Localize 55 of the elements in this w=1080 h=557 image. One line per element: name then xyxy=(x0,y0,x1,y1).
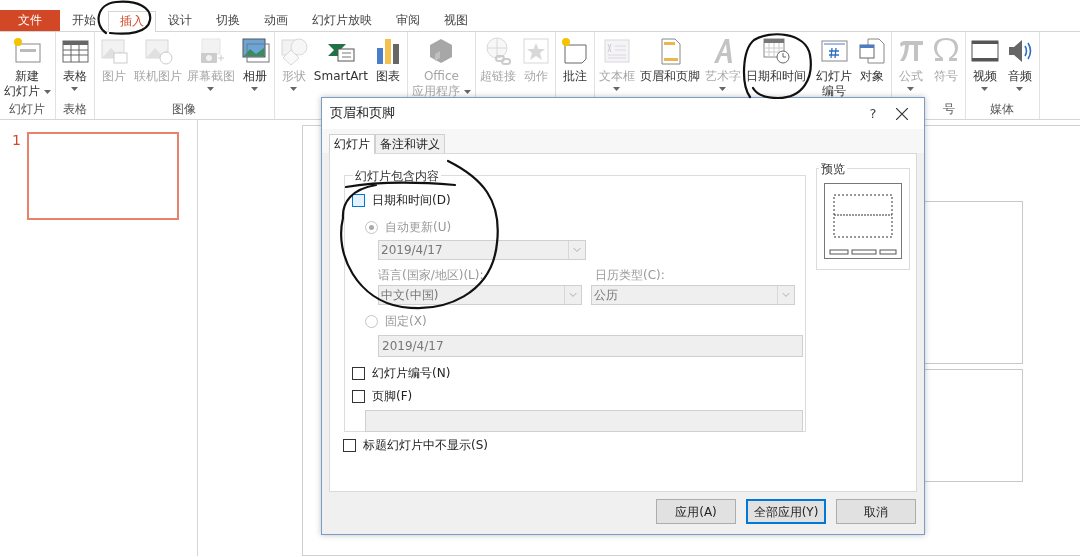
checkbox[interactable]: 页脚(F) xyxy=(352,388,413,404)
ribbon-button[interactable]: 对象 xyxy=(854,34,889,86)
ribbon-tab[interactable]: 设计 xyxy=(156,10,204,31)
dialog-title: 页眉和页脚 xyxy=(330,104,396,123)
document-icon xyxy=(856,36,887,66)
text-box-icon xyxy=(601,36,632,66)
group-label: 媒体 xyxy=(990,102,1015,116)
close-icon xyxy=(896,107,908,120)
dialog-button[interactable]: 取消 xyxy=(836,499,916,524)
ink-scribble xyxy=(97,0,152,35)
dialog-button[interactable]: 应用(A) xyxy=(656,499,736,524)
note-icon xyxy=(559,36,590,66)
ink-scribble xyxy=(742,33,812,100)
field-label: 语言(国家/地区)(L): xyxy=(378,267,485,284)
ribbon-button[interactable]: 相册 xyxy=(237,34,272,93)
ribbon-button[interactable]: 页眉和页脚 xyxy=(637,34,702,86)
picture-icon xyxy=(98,36,129,66)
ribbon-tab[interactable]: 插入 xyxy=(108,11,156,32)
ribbon-button[interactable]: 批注 xyxy=(557,34,592,86)
group-legend: 预览 xyxy=(819,160,847,178)
ribbon-button[interactable]: 日期和时间 xyxy=(743,34,808,86)
checkbox[interactable]: 幻灯片编号(N) xyxy=(352,365,451,381)
field-label: 日历类型(C): xyxy=(595,267,665,284)
help-button[interactable]: ? xyxy=(858,102,888,125)
slide-number: 1 xyxy=(12,132,21,148)
file-tab[interactable]: 文件 xyxy=(0,10,60,31)
group-label: 幻灯片 xyxy=(9,102,46,116)
ribbon-tab[interactable]: 幻灯片放映 xyxy=(300,10,384,31)
ribbon-button[interactable]: 新建 幻灯片 xyxy=(2,34,53,101)
ribbon-button[interactable]: 视频 xyxy=(967,34,1002,93)
ribbon-tab[interactable]: 开始 xyxy=(60,10,108,31)
ribbon-button[interactable]: 表格 xyxy=(57,34,92,93)
dialog-button[interactable]: 全部应用(Y) xyxy=(746,499,826,524)
ribbon-button[interactable]: 幻灯片 编号 xyxy=(813,34,854,101)
slide-thumbnail[interactable] xyxy=(26,132,179,220)
group-label: 号 xyxy=(942,102,955,116)
ribbon-tab[interactable]: 动画 xyxy=(252,10,300,31)
checkbox[interactable]: 标题幻灯片中不显示(S) xyxy=(343,437,488,453)
dialog-tab[interactable]: 备注和讲义 xyxy=(375,134,445,153)
ribbon-button[interactable]: 图表 xyxy=(371,34,405,86)
ribbon-button[interactable]: SmartArt xyxy=(311,34,370,86)
checkbox[interactable]: 日期和时间(D) xyxy=(352,192,451,208)
slide-icon xyxy=(12,36,43,66)
picture-icon xyxy=(142,36,173,66)
dialog-tab[interactable]: 幻灯片 xyxy=(329,134,375,154)
shapes-icon xyxy=(278,36,309,66)
ribbon-tab[interactable]: 审阅 xyxy=(384,10,432,31)
ribbon-tab[interactable]: 视图 xyxy=(432,10,480,31)
calendar-clock-icon xyxy=(760,36,791,66)
group-label: 表格 xyxy=(62,102,87,116)
ribbon-button[interactable]: 音频 xyxy=(1002,34,1037,93)
photo-album-icon xyxy=(239,36,270,66)
group-legend: 幻灯片包含内容 xyxy=(353,167,441,185)
group-label: 图像 xyxy=(172,102,197,116)
ribbon-tab[interactable]: 切换 xyxy=(204,10,252,31)
